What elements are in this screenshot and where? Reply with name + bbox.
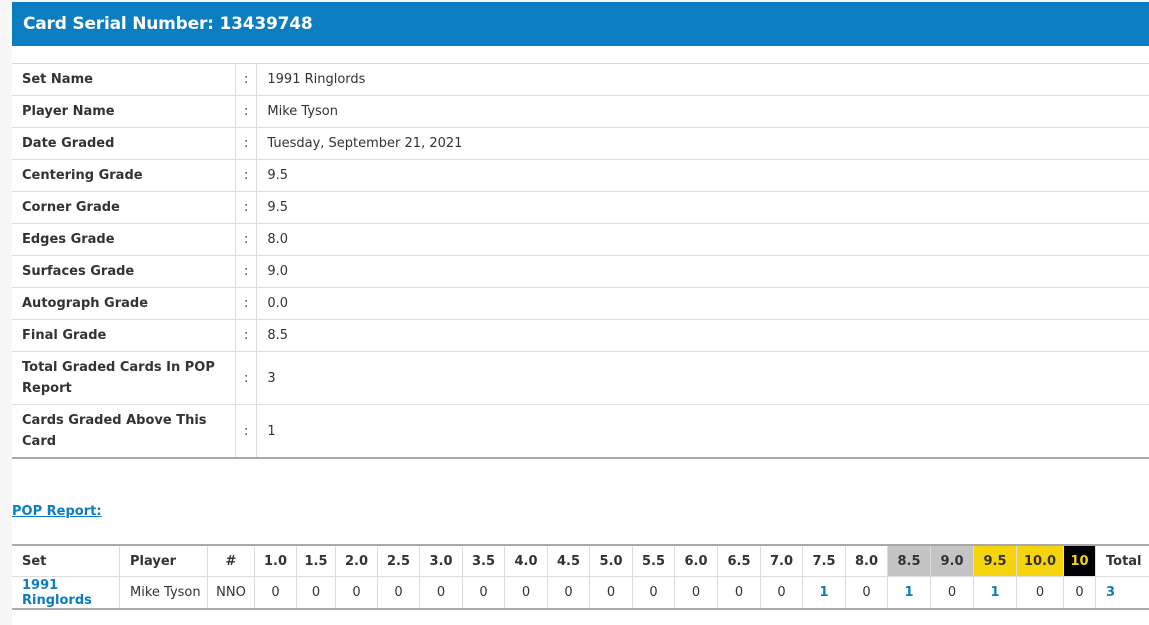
pop-set-link[interactable]: 1991 Ringlords <box>12 576 120 609</box>
pop-col-set: Set <box>12 545 120 577</box>
pop-count-cell: 0 <box>930 576 974 609</box>
pop-col-grade: 2.5 <box>377 545 420 577</box>
pop-col-grade: 4.0 <box>504 545 548 577</box>
page-title: Card Serial Number: 13439748 <box>12 2 1149 46</box>
pop-count-cell: 0 <box>760 576 803 609</box>
pop-col-grade: 5.5 <box>632 545 675 577</box>
pop-col-grade: 3.5 <box>462 545 505 577</box>
detail-label: Cards Graded Above This Card <box>12 404 236 458</box>
pop-count-link[interactable]: 1 <box>973 576 1017 609</box>
detail-row-autograph-grade: Autograph Grade : 0.0 <box>12 287 1149 320</box>
detail-row-date-graded: Date Graded : Tuesday, September 21, 202… <box>12 127 1149 160</box>
pop-count-cell: 0 <box>254 576 297 609</box>
card-details-table: Set Name : 1991 Ringlords Player Name : … <box>12 63 1149 459</box>
pop-count-cell: 0 <box>335 576 378 609</box>
pop-count-cell: 0 <box>419 576 463 609</box>
detail-value: 9.0 <box>256 255 1149 288</box>
detail-label: Set Name <box>12 63 236 96</box>
detail-separator: : <box>235 287 258 320</box>
detail-label: Edges Grade <box>12 223 236 256</box>
pop-col-grade: 8.0 <box>845 545 888 577</box>
pop-col-grade: 1.0 <box>254 545 297 577</box>
detail-separator: : <box>235 95 258 128</box>
detail-value: 8.0 <box>256 223 1149 256</box>
detail-row-edges-grade: Edges Grade : 8.0 <box>12 223 1149 256</box>
detail-value: 9.5 <box>256 159 1149 192</box>
detail-row-total-graded: Total Graded Cards In POP Report : 3 <box>12 351 1149 405</box>
pop-header-row: Set Player # 1.0 1.5 2.0 2.5 3.0 3.5 4.0… <box>12 545 1149 577</box>
pop-count-cell: 0 <box>504 576 548 609</box>
pop-report-link[interactable]: POP Report: <box>12 504 102 519</box>
pop-col-grade: 6.5 <box>717 545 761 577</box>
detail-separator: : <box>235 191 258 224</box>
detail-row-player-name: Player Name : Mike Tyson <box>12 95 1149 128</box>
detail-value: 1991 Ringlords <box>256 63 1149 96</box>
detail-label: Corner Grade <box>12 191 236 224</box>
detail-value: 1 <box>267 423 276 439</box>
pop-count-cell: 0 <box>547 576 590 609</box>
detail-separator: : <box>235 127 258 160</box>
pop-col-player: Player <box>119 545 208 577</box>
detail-label: Surfaces Grade <box>12 255 236 288</box>
pop-count-cell: 0 <box>589 576 633 609</box>
detail-separator: : <box>235 159 258 192</box>
detail-label: Total Graded Cards In POP Report <box>12 351 236 405</box>
pop-count-cell: 0 <box>377 576 420 609</box>
detail-value: 0.0 <box>256 287 1149 320</box>
pop-col-grade-highlight: 10.0 <box>1016 545 1064 577</box>
pop-col-grade: 3.0 <box>419 545 463 577</box>
detail-separator: : <box>235 63 258 96</box>
table-row: 1991 Ringlords Mike Tyson NNO 0 0 0 0 0 … <box>12 576 1149 610</box>
pop-count-cell: 0 <box>845 576 888 609</box>
pop-count-cell: 0 <box>717 576 761 609</box>
detail-value: Tuesday, September 21, 2021 <box>256 127 1149 160</box>
detail-label: Date Graded <box>12 127 236 160</box>
detail-label: Player Name <box>12 95 236 128</box>
pop-col-grade-gem: 10 <box>1063 545 1096 577</box>
pop-col-grade: 7.5 <box>802 545 846 577</box>
pop-count-link[interactable]: 1 <box>887 576 931 609</box>
pop-col-total: Total <box>1095 545 1149 577</box>
pop-col-grade: 5.0 <box>589 545 633 577</box>
pop-count-link[interactable]: 1 <box>802 576 846 609</box>
card-panel: Card Serial Number: 13439748 Set Name : … <box>12 2 1149 625</box>
pop-count-cell: 0 <box>1063 576 1096 609</box>
pop-col-grade: 4.5 <box>547 545 590 577</box>
detail-row-final-grade: Final Grade : 8.5 <box>12 319 1149 352</box>
pop-count-cell: 0 <box>296 576 336 609</box>
detail-label: Final Grade <box>12 319 236 352</box>
pop-col-number: # <box>207 545 255 577</box>
pop-count-cell: 0 <box>674 576 718 609</box>
detail-separator: : <box>235 255 258 288</box>
pop-col-grade: 7.0 <box>760 545 803 577</box>
pop-report-table: Set Player # 1.0 1.5 2.0 2.5 3.0 3.5 4.0… <box>12 544 1149 610</box>
detail-label: Centering Grade <box>12 159 236 192</box>
detail-separator: : <box>235 319 258 352</box>
detail-value: 3 <box>256 351 1149 405</box>
pop-col-grade-highlight: 8.5 <box>887 545 931 577</box>
detail-row-centering-grade: Centering Grade : 9.5 <box>12 159 1149 192</box>
detail-value: 9.5 <box>256 191 1149 224</box>
detail-label: Autograph Grade <box>12 287 236 320</box>
pop-col-grade: 6.0 <box>674 545 718 577</box>
detail-separator: : <box>235 223 258 256</box>
pop-col-grade-highlight: 9.0 <box>930 545 974 577</box>
detail-row-set-name: Set Name : 1991 Ringlords <box>12 63 1149 96</box>
detail-separator: : <box>235 404 258 458</box>
detail-row-corner-grade: Corner Grade : 9.5 <box>12 191 1149 224</box>
pop-total-link[interactable]: 3 <box>1096 577 1149 610</box>
detail-row-graded-above: Cards Graded Above This Card : 1 <box>12 404 1149 458</box>
detail-value: Mike Tyson <box>256 95 1149 128</box>
detail-value: 8.5 <box>256 319 1149 352</box>
detail-row-surfaces-grade: Surfaces Grade : 9.0 <box>12 255 1149 288</box>
detail-separator: : <box>235 351 258 405</box>
pop-col-grade-highlight: 9.5 <box>973 545 1017 577</box>
pop-number-cell: NNO <box>207 576 255 609</box>
pop-player-cell: Mike Tyson <box>119 576 208 609</box>
pop-count-cell: 0 <box>462 576 505 609</box>
pop-count-cell: 0 <box>1016 576 1064 609</box>
pop-count-cell: 0 <box>632 576 675 609</box>
pop-col-grade: 1.5 <box>296 545 336 577</box>
pop-col-grade: 2.0 <box>335 545 378 577</box>
